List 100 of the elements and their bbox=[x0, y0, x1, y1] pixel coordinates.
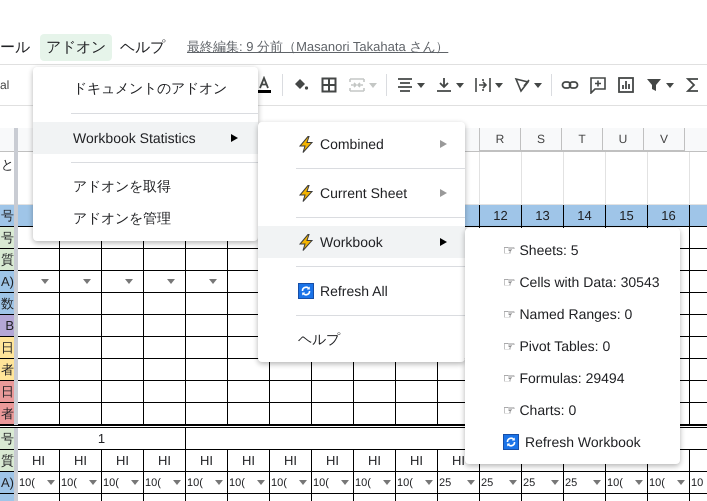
column-header[interactable]: R bbox=[479, 128, 521, 151]
caret-icon[interactable] bbox=[666, 82, 674, 88]
menu-item[interactable]: Current Sheet bbox=[258, 177, 465, 209]
menu-item[interactable]: Combined bbox=[258, 128, 465, 160]
dropdown-cell[interactable]: 10( bbox=[186, 472, 228, 494]
dropdown-arrow-icon[interactable] bbox=[467, 480, 475, 485]
sheet-cell bbox=[270, 381, 312, 403]
menu-item[interactable]: アドオンを管理 bbox=[33, 203, 258, 235]
dropdown-arrow-icon[interactable] bbox=[383, 480, 391, 485]
dropdown-cell[interactable]: 10 bbox=[690, 472, 707, 494]
chart-icon[interactable] bbox=[617, 76, 636, 94]
dropdown-arrow-icon[interactable] bbox=[299, 480, 307, 485]
dropdown-arrow-icon[interactable] bbox=[425, 480, 433, 485]
dropdown-cell[interactable] bbox=[102, 271, 144, 293]
menu-item[interactable]: アドオンを取得 bbox=[33, 171, 258, 203]
dropdown-cell[interactable]: 10( bbox=[648, 472, 690, 494]
dropdown-arrow-icon[interactable] bbox=[341, 480, 349, 485]
row-label: 号 bbox=[0, 205, 14, 227]
row-label: 質 bbox=[0, 249, 14, 271]
sheet-cell: HI bbox=[228, 450, 270, 472]
dropdown-cell[interactable]: 10( bbox=[18, 472, 60, 494]
dropdown-cell[interactable]: 10( bbox=[144, 472, 186, 494]
menu-item[interactable]: Refresh All bbox=[258, 275, 465, 307]
sheet-cell: 16 bbox=[648, 205, 690, 227]
dropdown-arrow-icon[interactable] bbox=[41, 279, 49, 284]
dropdown-cell[interactable]: 10( bbox=[396, 472, 438, 494]
menu-item[interactable]: Workbook Statistics bbox=[33, 122, 258, 154]
comment-icon[interactable] bbox=[589, 76, 608, 94]
dropdown-cell[interactable]: 10( bbox=[312, 472, 354, 494]
sheet-cell bbox=[144, 359, 186, 381]
lightning-icon bbox=[298, 234, 314, 250]
dropdown-cell[interactable]: 10( bbox=[606, 472, 648, 494]
text-rotate-icon[interactable] bbox=[513, 76, 532, 94]
dropdown-arrow-icon[interactable] bbox=[257, 480, 265, 485]
menu-item[interactable]: ☞ Charts: 0 bbox=[465, 394, 680, 426]
sheet-cell bbox=[60, 381, 102, 403]
align-icon[interactable] bbox=[396, 76, 414, 94]
dropdown-cell[interactable]: 10( bbox=[354, 472, 396, 494]
dropdown-cell[interactable]: 25 bbox=[438, 472, 480, 494]
sheet-cell: HI bbox=[396, 450, 438, 472]
menu-item[interactable]: ☞ Sheets: 5 bbox=[465, 234, 680, 266]
dropdown-arrow-icon[interactable] bbox=[509, 480, 517, 485]
menu-bar-item[interactable]: ール bbox=[0, 34, 36, 60]
dropdown-cell[interactable]: 10( bbox=[60, 472, 102, 494]
last-edit-link[interactable]: 最終編集: 9 分前（Masanori Takahata さん） bbox=[187, 38, 448, 56]
menu-item[interactable]: Workbook bbox=[258, 226, 465, 258]
dropdown-cell[interactable] bbox=[60, 271, 102, 293]
menu-bar-item[interactable]: アドオン bbox=[40, 34, 112, 60]
caret-icon[interactable] bbox=[417, 82, 426, 88]
row-label: 数 bbox=[0, 293, 14, 315]
dropdown-cell[interactable] bbox=[144, 271, 186, 293]
dropdown-arrow-icon[interactable] bbox=[215, 480, 223, 485]
menu-item[interactable]: ☞ Pivot Tables: 0 bbox=[465, 330, 680, 362]
column-header[interactable]: V bbox=[643, 128, 685, 151]
dropdown-cell[interactable]: 10( bbox=[102, 472, 144, 494]
sheet-cell bbox=[18, 315, 60, 337]
dropdown-arrow-icon[interactable] bbox=[167, 279, 175, 284]
sheet-cell bbox=[18, 381, 60, 403]
dropdown-arrow-icon[interactable] bbox=[125, 279, 133, 284]
dropdown-arrow-icon[interactable] bbox=[173, 480, 181, 485]
filter-icon[interactable] bbox=[645, 76, 664, 94]
menu-item[interactable]: ヘルプ bbox=[258, 324, 465, 356]
text-wrap-icon[interactable] bbox=[474, 76, 492, 94]
dropdown-cell[interactable]: 25 bbox=[522, 472, 564, 494]
menu-item[interactable]: ☞ Named Ranges: 0 bbox=[465, 298, 680, 330]
dropdown-arrow-icon[interactable] bbox=[83, 279, 91, 284]
vertical-align-icon[interactable] bbox=[435, 76, 454, 94]
dropdown-arrow-icon[interactable] bbox=[677, 480, 685, 485]
sheet-cell bbox=[228, 381, 270, 403]
menu-item[interactable]: ☞ Formulas: 29494 bbox=[465, 362, 680, 394]
menu-item[interactable]: ☞ Cells with Data: 30543 bbox=[465, 266, 680, 298]
dropdown-cell[interactable] bbox=[186, 271, 228, 293]
dropdown-cell[interactable]: 10( bbox=[228, 472, 270, 494]
menu-item[interactable]: ドキュメントのアドオン bbox=[33, 73, 258, 105]
lightning-icon bbox=[298, 136, 314, 152]
dropdown-cell[interactable] bbox=[18, 271, 60, 293]
sheet-cell bbox=[18, 249, 60, 271]
sheet-cell bbox=[18, 359, 60, 381]
dropdown-arrow-icon[interactable] bbox=[47, 480, 55, 485]
dropdown-arrow-icon[interactable] bbox=[209, 279, 217, 284]
dropdown-cell[interactable]: 25 bbox=[564, 472, 606, 494]
sheet-cell: HI bbox=[144, 450, 186, 472]
dropdown-arrow-icon[interactable] bbox=[635, 480, 643, 485]
row-label: 質 bbox=[0, 450, 14, 472]
borders-icon[interactable] bbox=[320, 76, 338, 94]
dropdown-cell[interactable]: 25 bbox=[480, 472, 522, 494]
dropdown-cell[interactable]: 10( bbox=[270, 472, 312, 494]
dropdown-arrow-icon[interactable] bbox=[89, 480, 97, 485]
menu-bar-item[interactable]: ヘルプ bbox=[114, 34, 171, 60]
row-label: 号 bbox=[0, 227, 14, 249]
text-color-icon[interactable] bbox=[255, 76, 274, 94]
row-label: 日 bbox=[0, 381, 14, 403]
sheet-cell bbox=[144, 337, 186, 359]
dropdown-arrow-icon[interactable] bbox=[593, 480, 601, 485]
dropdown-arrow-icon[interactable] bbox=[131, 480, 139, 485]
caret-icon[interactable] bbox=[456, 82, 464, 88]
caret-icon[interactable] bbox=[534, 82, 542, 88]
caret-icon[interactable] bbox=[495, 82, 504, 88]
sheet-cell bbox=[102, 359, 144, 381]
dropdown-arrow-icon[interactable] bbox=[551, 480, 559, 485]
